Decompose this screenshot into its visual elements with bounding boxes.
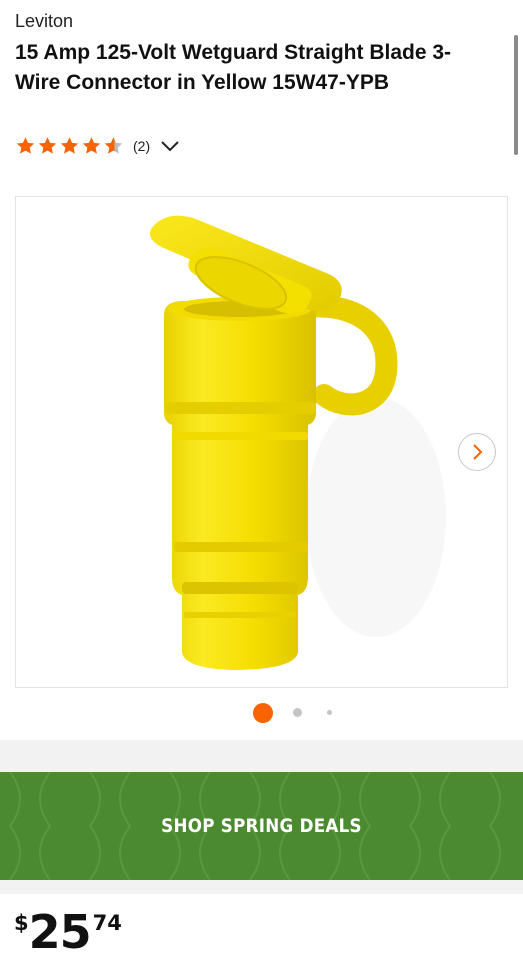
star-icon xyxy=(16,137,35,154)
promo-banner[interactable]: SHOP SPRING DEALS xyxy=(0,772,523,880)
star-icon xyxy=(38,137,57,154)
product-header: Leviton 15 Amp 125-Volt Wetguard Straigh… xyxy=(0,0,523,183)
star-rating xyxy=(15,136,125,156)
product-image-carousel[interactable] xyxy=(15,196,508,688)
price-dollars: 25 xyxy=(28,905,92,959)
rating-summary[interactable]: (2) xyxy=(15,135,180,157)
section-divider xyxy=(0,880,523,894)
product-image[interactable] xyxy=(16,197,508,688)
carousel-indicators xyxy=(0,702,523,723)
half-star-icon xyxy=(104,137,123,154)
review-count[interactable]: (2) xyxy=(133,138,150,154)
carousel-dot[interactable] xyxy=(327,710,332,715)
carousel-dot-active[interactable] xyxy=(253,703,273,723)
next-image-button[interactable] xyxy=(458,433,496,471)
section-divider xyxy=(0,740,523,772)
carousel-dot[interactable] xyxy=(293,708,302,717)
product-brand[interactable]: Leviton xyxy=(15,11,73,32)
star-icon xyxy=(82,137,101,154)
scrollbar[interactable] xyxy=(514,35,518,155)
product-title: 15 Amp 125-Volt Wetguard Straight Blade … xyxy=(15,41,452,94)
chevron-down-icon[interactable] xyxy=(160,139,180,153)
star-icon xyxy=(60,137,79,154)
chevron-right-icon xyxy=(473,444,483,460)
promo-label: SHOP SPRING DEALS xyxy=(161,815,362,837)
price-currency: $ xyxy=(14,911,29,935)
product-price: $ 25 74 xyxy=(14,904,122,960)
price-cents: 74 xyxy=(92,911,122,935)
